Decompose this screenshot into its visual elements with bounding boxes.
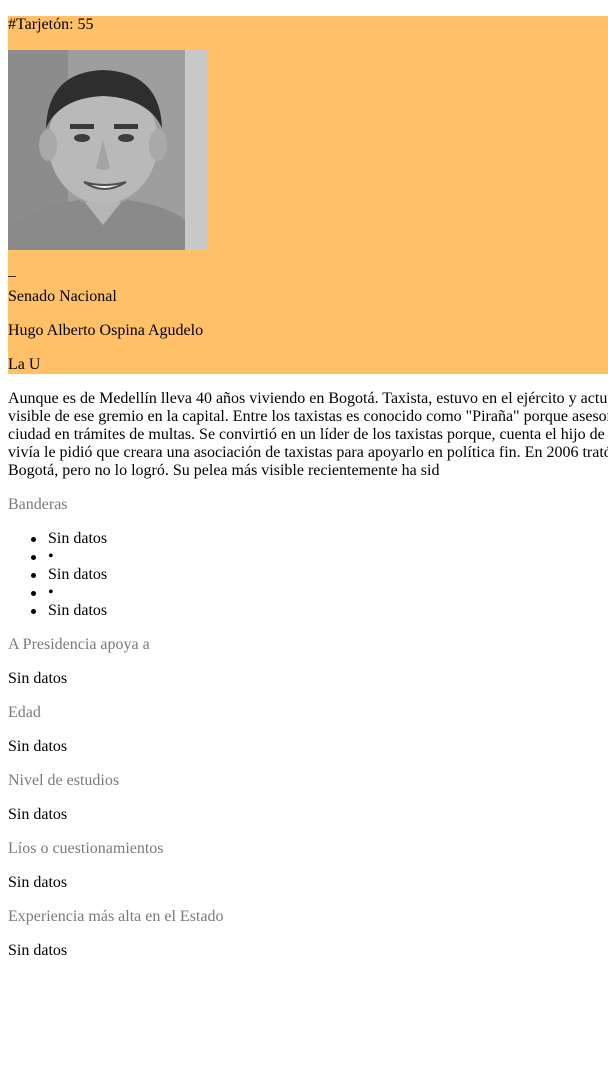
experiencia-value: Sin datos — [8, 942, 68, 959]
ballot-number: #Tarjetón: 55 — [8, 16, 94, 33]
bio-line: Aunque es de Medellín lleva 40 años vivi… — [8, 390, 608, 407]
candidate-portrait-image — [8, 50, 208, 250]
presidencia-heading: A Presidencia apoya a — [8, 636, 150, 653]
candidate-bio: Aunque es de Medellín lleva 40 años vivi… — [8, 390, 608, 480]
party-name: La U — [8, 356, 41, 373]
list-item: • — [8, 584, 107, 602]
bio-line: Bogotá, pero no lo logró. Su pelea más v… — [8, 462, 440, 479]
candidate-name: Hugo Alberto Ospina Agudelo — [8, 322, 204, 339]
list-item: Sin datos — [8, 530, 107, 548]
list-item: Sin datos — [8, 602, 107, 620]
bio-line: ciudad en trámites de multas. Se convirt… — [8, 426, 605, 443]
bio-line: vivía le pidió que creara una asociación… — [8, 444, 608, 461]
banderas-heading: Banderas — [8, 496, 68, 513]
estudios-heading: Nivel de estudios — [8, 772, 120, 789]
lios-value: Sin datos — [8, 874, 68, 891]
presidencia-value: Sin datos — [8, 670, 68, 687]
banderas-list: Sin datos • Sin datos • Sin datos — [8, 530, 107, 620]
edad-value: Sin datos — [8, 738, 68, 755]
edad-heading: Edad — [8, 704, 41, 721]
experiencia-heading: Experiencia más alta en el Estado — [8, 908, 224, 925]
chamber-label: Senado Nacional — [8, 288, 117, 305]
estudios-value: Sin datos — [8, 806, 68, 823]
candidate-photo — [8, 50, 208, 250]
candidate-card: #Tarjetón: 55 _ Senado Nacional Hugo Alb… — [8, 16, 608, 374]
list-item: • — [8, 548, 107, 566]
lios-heading: Líos o cuestionamientos — [8, 840, 164, 857]
separator-dash: _ — [8, 262, 16, 279]
list-item: Sin datos — [8, 566, 107, 584]
bio-line: visible de ese gremio en la capital. Ent… — [8, 408, 608, 425]
